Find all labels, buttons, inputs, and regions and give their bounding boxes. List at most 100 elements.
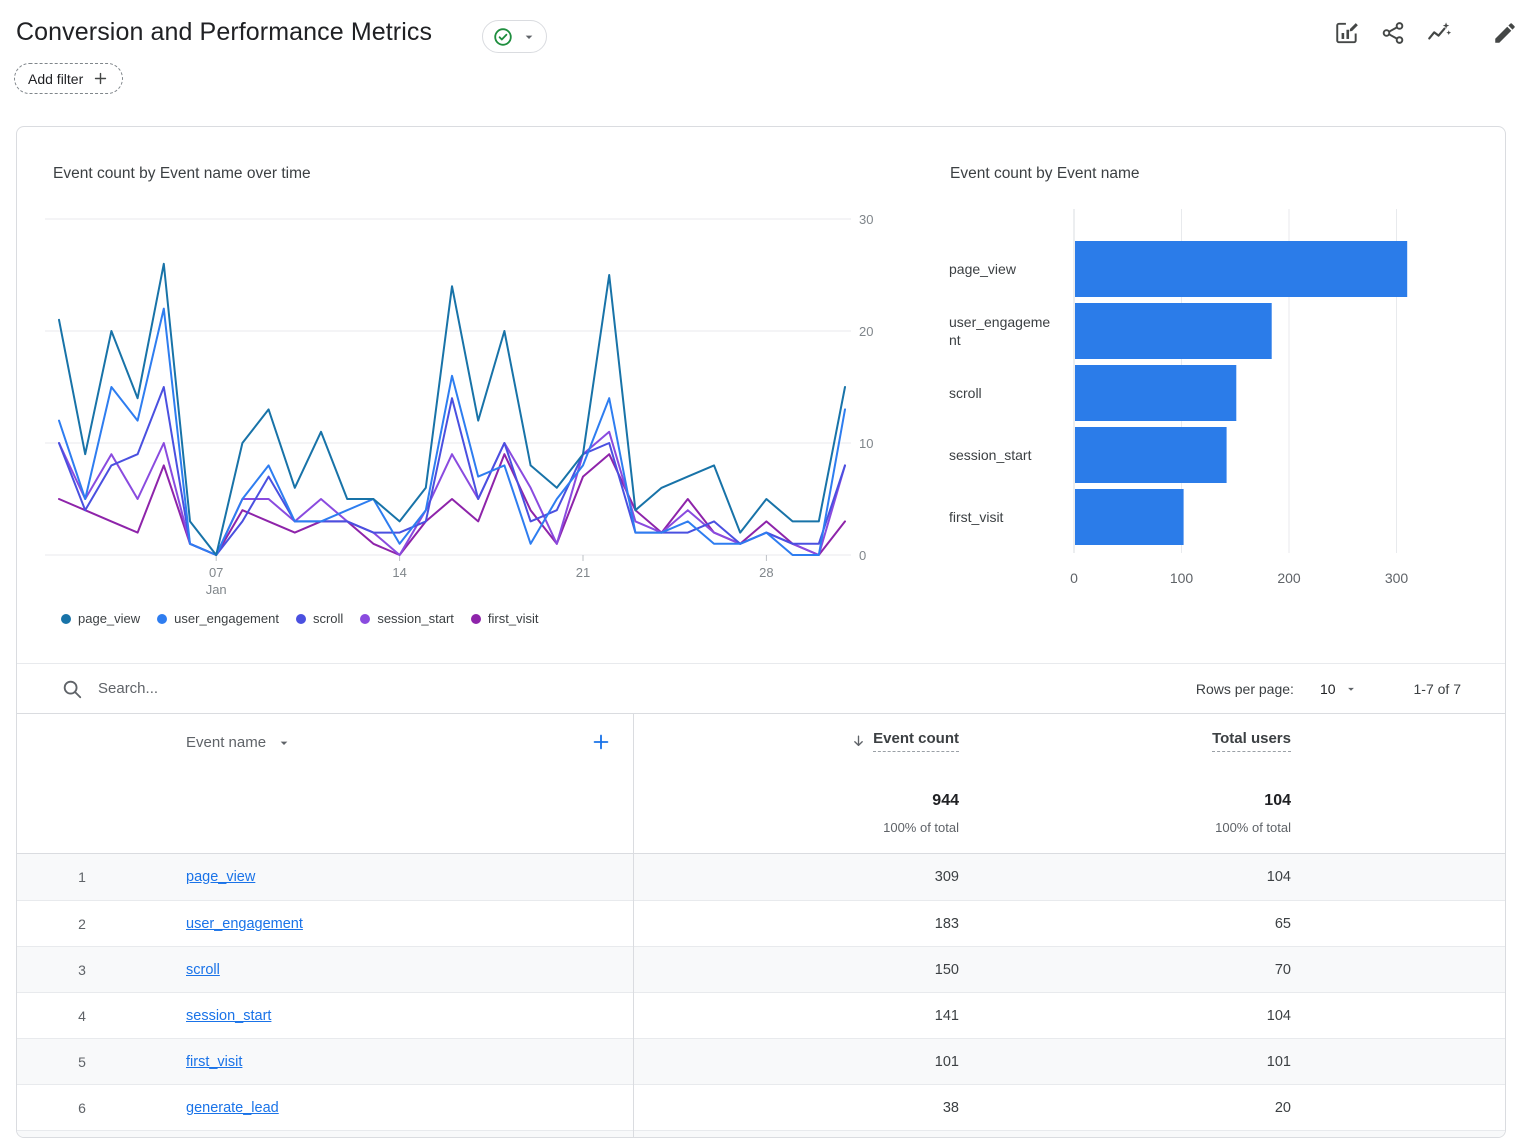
legend-item-user_engagement[interactable]: user_engagement	[157, 611, 279, 626]
check-circle-icon	[492, 26, 514, 48]
legend-item-page_view[interactable]: page_view	[61, 611, 140, 626]
x-axis-tick-label: 0	[1070, 570, 1078, 586]
rows-per-page-value: 10	[1320, 681, 1336, 697]
insights-icon[interactable]	[1426, 20, 1452, 46]
event-name-link[interactable]: generate_lead	[186, 1085, 279, 1131]
pagination-range: 1-7 of 7	[1414, 681, 1461, 697]
line-series-scroll	[59, 387, 845, 555]
x-axis-tick-label: 07	[209, 565, 223, 580]
legend-label: scroll	[313, 611, 343, 626]
table-header-row: Event name Event count Total users 944 1…	[17, 714, 1506, 854]
bar-category-label: page_view	[949, 261, 1017, 277]
row-index: 1	[67, 854, 97, 900]
x-axis-tick-label: 200	[1277, 570, 1301, 586]
table-row	[17, 1130, 1506, 1138]
y-axis-tick-label: 10	[859, 436, 873, 451]
legend-dot-icon	[471, 614, 481, 624]
bar-category-label: nt	[949, 332, 961, 348]
page-title: Conversion and Performance Metrics	[16, 18, 432, 47]
legend-dot-icon	[61, 614, 71, 624]
bar-chart: 0100200300page_viewuser_engagementscroll…	[947, 201, 1495, 631]
event-name-link[interactable]: page_view	[186, 854, 255, 900]
bar-chart-title: Event count by Event name	[950, 165, 1140, 183]
search-icon	[61, 678, 83, 700]
event-count-header-label: Event count	[873, 730, 959, 752]
data-table: Rows per page: 10 1-7 of 7 Event name Ev…	[17, 663, 1506, 1138]
rows-per-page-select[interactable]: 10	[1320, 681, 1358, 697]
line-chart-legend: page_view user_engagement scroll session_st…	[61, 611, 538, 626]
x-axis-tick-label: 100	[1170, 570, 1194, 586]
event-count-total-pct: 100% of total	[633, 820, 959, 835]
event-count-total: 944	[633, 792, 959, 810]
total-users-value: 65	[959, 901, 1291, 947]
bar-category-label: user_engageme	[949, 314, 1050, 330]
event-count-value: 141	[633, 993, 959, 1039]
line-chart: 010203007142128Jan	[45, 199, 881, 599]
column-header-total-users[interactable]: Total users	[959, 730, 1291, 752]
sort-descending-arrow-icon	[850, 733, 867, 750]
table-row: 1 page_view 309104	[17, 854, 1506, 900]
event-name-link[interactable]: user_engagement	[186, 901, 303, 947]
legend-item-scroll[interactable]: scroll	[296, 611, 343, 626]
legend-dot-icon	[157, 614, 167, 624]
edit-icon[interactable]	[1492, 20, 1518, 46]
search-input[interactable]	[98, 680, 1196, 697]
add-column-button[interactable]	[585, 726, 617, 758]
x-axis-tick-label: 21	[576, 565, 590, 580]
report-toolbar	[1334, 20, 1518, 46]
line-series-user_engagement	[59, 309, 845, 555]
report-status-badge[interactable]	[482, 20, 547, 53]
exploration-card: Event count by Event name over time 0102…	[16, 126, 1506, 1138]
x-axis-tick-label: 14	[392, 565, 406, 580]
total-users-total-pct: 100% of total	[959, 820, 1291, 835]
chevron-down-icon	[1344, 682, 1358, 696]
total-users-header-label: Total users	[1212, 730, 1291, 752]
table-row: 6generate_lead3820	[17, 1084, 1506, 1130]
sort-caret-icon	[276, 735, 292, 751]
event-name-header-label: Event name	[186, 734, 266, 751]
line-series-session_start	[59, 432, 845, 555]
row-index: 4	[67, 993, 97, 1039]
total-users-value: 104	[959, 854, 1291, 900]
event-count-value: 150	[633, 947, 959, 993]
table-row: 5first_visit101101	[17, 1038, 1506, 1084]
column-divider	[633, 714, 634, 1138]
y-axis-tick-label: 20	[859, 324, 873, 339]
bar-first_visit	[1075, 489, 1184, 545]
column-header-event-name[interactable]: Event name	[186, 734, 292, 751]
plus-icon	[92, 70, 109, 87]
table-body: 1page_view3091042user_engagement183653sc…	[17, 854, 1506, 1138]
legend-label: page_view	[78, 611, 140, 626]
share-icon[interactable]	[1380, 20, 1406, 46]
row-index: 6	[67, 1085, 97, 1131]
table-search-row: Rows per page: 10 1-7 of 7	[17, 664, 1506, 714]
total-users-value: 101	[959, 1039, 1291, 1085]
event-name-link[interactable]: session_start	[186, 993, 271, 1039]
total-users-value: 104	[959, 993, 1291, 1039]
row-index: 5	[67, 1039, 97, 1085]
bar-page_view	[1075, 241, 1407, 297]
customize-chart-icon[interactable]	[1334, 20, 1360, 46]
column-header-event-count[interactable]: Event count	[633, 730, 959, 754]
add-filter-label: Add filter	[28, 71, 83, 87]
table-row: 3scroll15070	[17, 946, 1506, 992]
legend-item-first_visit[interactable]: first_visit	[471, 611, 539, 626]
y-axis-tick-label: 0	[859, 548, 866, 563]
bar-category-label: scroll	[949, 385, 982, 401]
chevron-down-icon	[521, 29, 537, 45]
event-count-value: 38	[633, 1085, 959, 1131]
rows-per-page-label: Rows per page:	[1196, 681, 1294, 697]
bar-category-label: session_start	[949, 447, 1032, 463]
legend-dot-icon	[360, 614, 370, 624]
table-row: 4 session_start 141104	[17, 992, 1506, 1038]
line-chart-title: Event count by Event name over time	[53, 165, 311, 183]
x-axis-month-label: Jan	[206, 582, 227, 597]
add-filter-button[interactable]: Add filter	[14, 63, 123, 94]
bar-session_start	[1075, 427, 1227, 483]
total-users-total: 104	[959, 792, 1291, 810]
event-name-link[interactable]: scroll	[186, 947, 220, 993]
event-count-value: 309	[633, 854, 959, 900]
row-index: 3	[67, 947, 97, 993]
event-name-link[interactable]: first_visit	[186, 1039, 242, 1085]
legend-item-session_start[interactable]: session_start	[360, 611, 454, 626]
